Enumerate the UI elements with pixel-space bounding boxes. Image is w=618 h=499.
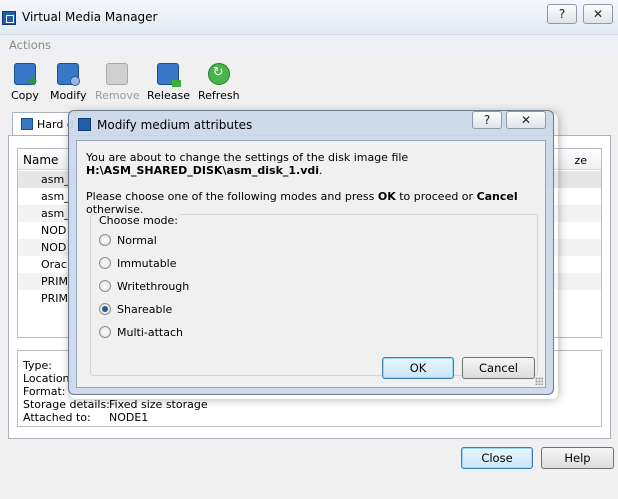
radio-multi-attach-label: Multi-attach [117,326,183,339]
copy-disk-icon [13,63,38,89]
list-item-name: asm_ [41,173,70,186]
cancel-button[interactable]: Cancel [462,357,535,379]
choose-mode-group: Choose mode: Normal Immutable Writethrou… [90,214,538,376]
release-label: Release [147,89,190,102]
dialog-title: Modify medium attributes [97,118,253,132]
radio-immutable-label: Immutable [117,257,177,270]
disk-image-path: H:\ASM_SHARED_DISK\asm_disk_1.vdi [86,164,320,177]
instruction-middle: to proceed or [395,190,477,203]
list-item-name: Orac [41,258,67,271]
type-label: Type: [23,359,52,372]
dialog-instruction: Please choose one of the following modes… [86,190,546,216]
help-button[interactable]: Help [541,447,614,469]
remove-button[interactable]: Remove [95,63,140,102]
modify-disk-icon [57,63,81,86]
virtualbox-app-icon [78,118,91,131]
list-item-name: asm_ [41,207,70,220]
list-item-name: PRIM [41,292,69,305]
choose-mode-label: Choose mode: [97,214,181,227]
close-window-button[interactable]: ✕ [583,4,613,24]
dialog-help-button[interactable]: ? [472,111,502,129]
tab-hard-disks[interactable]: Hard d [12,112,76,136]
close-button[interactable]: Close [461,447,533,469]
storage-details-label: Storage details: [23,398,110,411]
dialog-message: You are about to change the settings of … [86,151,536,177]
copy-label: Copy [11,89,39,102]
menu-actions[interactable]: Actions [9,38,51,52]
title-bar: Virtual Media Manager ? ✕ [0,0,618,34]
storage-details-value: Fixed size storage [109,398,208,411]
hard-disk-icon [21,118,33,130]
radio-shareable[interactable] [99,303,111,315]
modify-medium-dialog: Modify medium attributes ? ✕ You are abo… [68,110,554,395]
toolbar: Copy Modify Remove Release Refresh [0,55,618,107]
radio-writethrough-label: Writethrough [117,280,190,293]
instruction-ok: OK [377,190,396,203]
location-label: Location: [23,372,74,385]
instruction-prefix: Please choose one of the following modes… [86,190,378,203]
modify-button[interactable]: Modify [50,63,86,102]
dialog-close-button[interactable]: ✕ [506,111,546,129]
attached-to-value: NODE1 [109,411,149,424]
column-header-name[interactable]: Name [23,153,58,167]
list-item-name: NOD [41,241,67,254]
radio-shareable-label: Shareable [117,303,173,316]
attached-to-label: Attached to: [23,411,91,424]
release-disk-icon [157,63,182,87]
refresh-icon [207,63,230,85]
menu-bar: Actions [0,34,618,55]
instruction-cancel: Cancel [476,190,518,203]
message-suffix: . [319,164,323,177]
window-title: Virtual Media Manager [22,10,158,24]
help-window-button[interactable]: ? [547,4,577,24]
radio-normal-label: Normal [117,234,157,247]
column-header-size[interactable]: ze [574,154,587,167]
modify-label: Modify [50,89,87,102]
copy-button[interactable]: Copy [11,63,39,102]
radio-multi-attach[interactable] [99,326,111,338]
ok-button[interactable]: OK [382,357,454,379]
radio-normal[interactable] [99,234,111,246]
radio-writethrough[interactable] [99,280,111,292]
list-item-name: NOD [41,224,67,237]
release-button[interactable]: Release [147,63,190,102]
list-item-name: asm_ [41,190,70,203]
message-prefix: You are about to change the settings of … [86,151,409,164]
refresh-button[interactable]: Refresh [198,63,240,102]
refresh-label: Refresh [198,89,240,102]
radio-immutable[interactable] [99,257,111,269]
resize-grip[interactable] [535,377,543,385]
remove-disk-icon [106,63,129,85]
remove-label: Remove [95,89,140,102]
dialog-body: You are about to change the settings of … [76,140,546,388]
format-label: Format: [23,385,66,398]
list-item-name: PRIM [41,275,69,288]
virtualbox-app-icon [2,11,16,25]
